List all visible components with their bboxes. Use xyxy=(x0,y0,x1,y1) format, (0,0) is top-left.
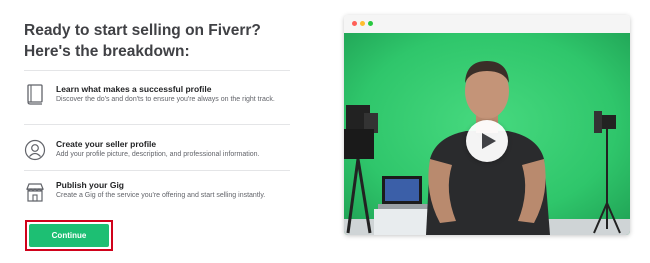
step-learn-profile: Learn what makes a successful profile Di… xyxy=(24,70,290,122)
video-player xyxy=(344,15,630,235)
continue-button[interactable]: Continue xyxy=(29,224,109,247)
step-create-profile: Create your seller profile Add your prof… xyxy=(24,124,290,176)
storefront-icon xyxy=(24,181,46,203)
step-description: Add your profile picture, description, a… xyxy=(56,151,260,158)
step-description: Create a Gig of the service you're offer… xyxy=(56,192,266,199)
video-thumbnail[interactable] xyxy=(344,33,630,235)
close-dot-icon xyxy=(352,21,357,26)
step-description: Discover the do's and don'ts to ensure y… xyxy=(56,96,275,103)
book-icon xyxy=(24,83,46,105)
play-button[interactable] xyxy=(466,120,508,162)
continue-button-highlight: Continue xyxy=(25,220,113,251)
play-icon xyxy=(482,133,496,149)
step-publish-gig: Publish your Gig Create a Gig of the ser… xyxy=(24,170,290,222)
video-window-titlebar xyxy=(344,15,630,33)
maximize-dot-icon xyxy=(368,21,373,26)
user-profile-icon xyxy=(24,139,46,161)
page-title: Ready to start selling on Fiverr? Here's… xyxy=(24,22,261,60)
step-title: Publish your Gig xyxy=(56,180,125,190)
onboarding-panel: Ready to start selling on Fiverr? Here's… xyxy=(24,0,294,263)
step-title: Create your seller profile xyxy=(56,139,157,149)
step-title: Learn what makes a successful profile xyxy=(56,84,212,94)
minimize-dot-icon xyxy=(360,21,365,26)
